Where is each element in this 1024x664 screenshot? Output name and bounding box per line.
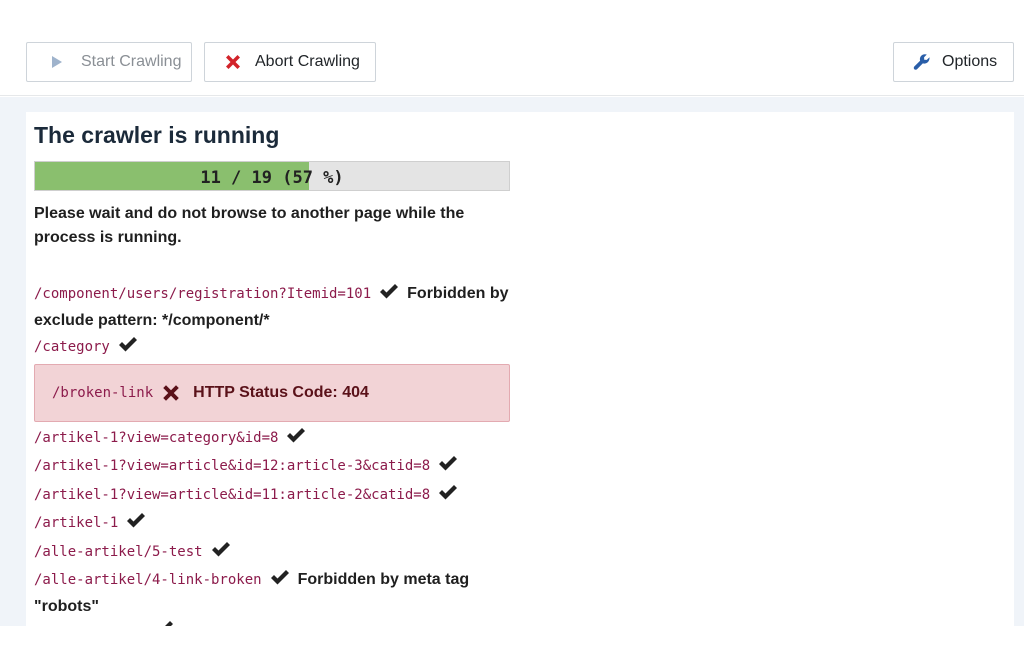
log-entry: /category: [34, 334, 510, 361]
log-entry: /artikel-1?view=category&id=8: [34, 425, 510, 452]
progress-bar: 11 / 19 (57 %): [34, 161, 510, 191]
wrench-icon: [912, 52, 932, 72]
toolbar: Start Crawling Abort Crawling Options: [0, 0, 1024, 96]
log-url: /category: [34, 339, 110, 355]
check-icon: [438, 484, 458, 509]
page-title: The crawler is running: [34, 122, 280, 148]
options-label: Options: [942, 53, 998, 70]
crawler-panel: The crawler is running 11 / 19 (57 %) Pl…: [26, 112, 1014, 626]
progress-text: 11 / 19 (57 %): [200, 168, 344, 188]
log-entry: /artikel-1?view=article&id=12:article-3&…: [34, 453, 510, 480]
check-icon: [118, 336, 138, 361]
log-url: /artikel-1: [34, 515, 119, 531]
log-entry: /component/users/registration?Itemid=101…: [34, 281, 510, 333]
log-entry-partial: [34, 618, 510, 626]
check-icon: [286, 427, 306, 452]
check-icon: [438, 455, 458, 480]
log-url: /component/users/registration?Itemid=101: [34, 286, 372, 302]
start-crawling-label: Start Crawling: [81, 53, 182, 70]
wait-message: Please wait and do not browse to another…: [34, 205, 465, 246]
close-icon: [161, 383, 181, 403]
log-entry: /artikel-1: [34, 510, 510, 537]
log-url: /broken-link: [52, 385, 154, 401]
abort-crawling-button[interactable]: Abort Crawling: [204, 42, 376, 82]
options-button[interactable]: Options: [893, 42, 1014, 82]
check-icon: [270, 569, 290, 594]
error-log-entry: /broken-link HTTP Status Code: 404: [34, 364, 510, 422]
bottom-strip: [0, 626, 1024, 664]
log-url: /artikel-1?view=article&id=11:article-2&…: [34, 487, 431, 503]
log-url: /artikel-1?view=article&id=12:article-3&…: [34, 458, 431, 474]
log-url: /artikel-1?view=category&id=8: [34, 430, 279, 446]
close-icon: [223, 52, 243, 72]
log-url: /alle-artikel/4-link-broken: [34, 572, 262, 588]
log-message: HTTP Status Code: 404: [193, 384, 369, 401]
check-icon: [126, 512, 146, 537]
abort-crawling-label: Abort Crawling: [255, 53, 360, 70]
check-icon: [379, 283, 399, 308]
start-crawling-button[interactable]: Start Crawling: [26, 42, 192, 82]
log-entry: /alle-artikel/5-test: [34, 539, 510, 566]
play-icon: [47, 52, 67, 72]
check-icon: [211, 541, 231, 566]
log-entry: /alle-artikel/4-link-broken Forbidden by …: [34, 567, 510, 619]
log-url: /alle-artikel/5-test: [34, 544, 203, 560]
log-entry: /artikel-1?view=article&id=11:article-2&…: [34, 482, 510, 509]
